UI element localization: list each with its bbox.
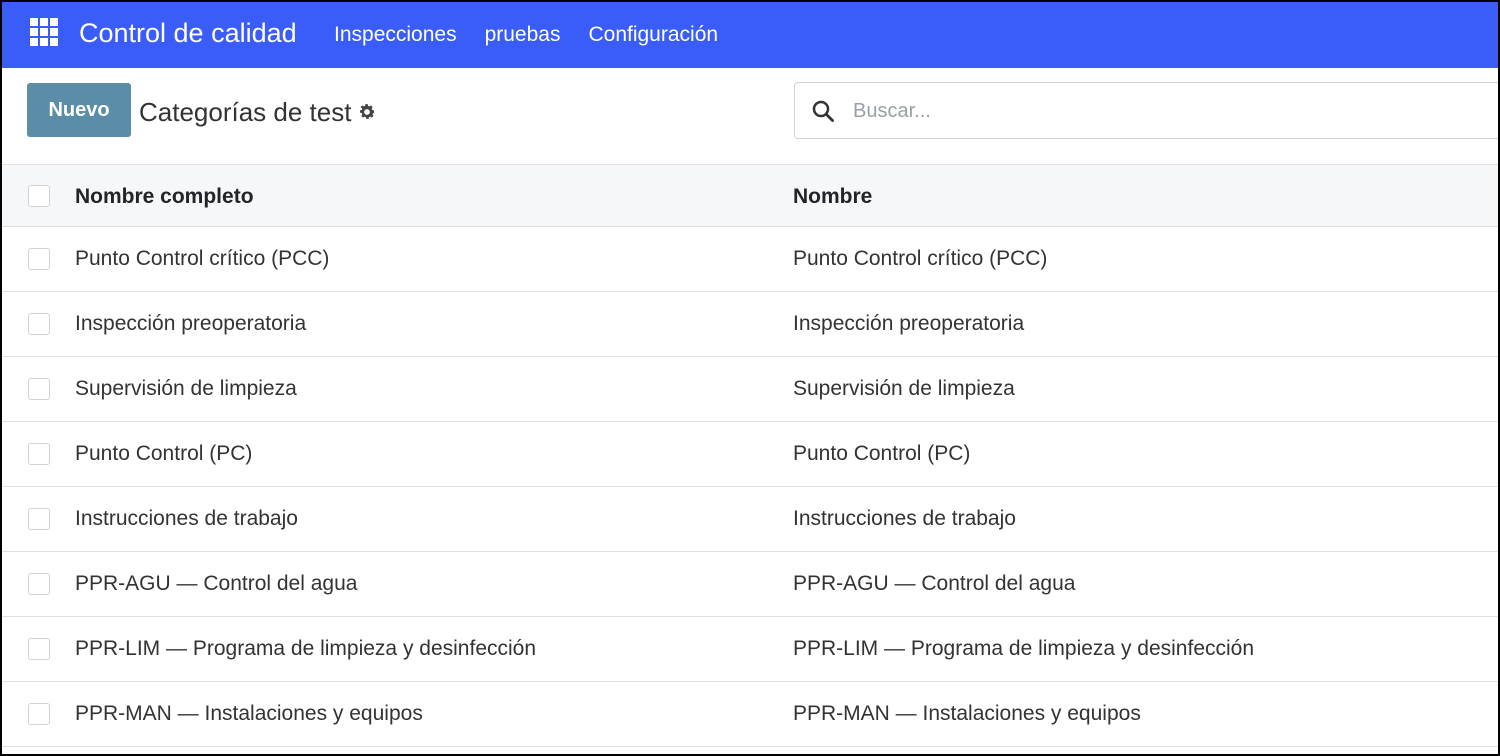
row-checkbox[interactable] [28,248,50,270]
row-checkbox[interactable] [28,508,50,530]
cell-nombre: Punto Control crítico (PCC) [793,247,1048,270]
cell-nombre: Instrucciones de trabajo [793,507,1016,530]
row-checkbox[interactable] [28,638,50,660]
cell-nombre: PPR-AGU — Control del agua [793,572,1076,595]
column-header-nombre[interactable]: Nombre [793,183,872,211]
new-button[interactable]: Nuevo [27,83,131,137]
control-panel: Nuevo Categorías de test [2,68,1498,165]
page-title-text: Categorías de test [139,97,352,127]
main-menu: Inspecciones pruebas Configuración [320,2,732,68]
cell-nombre-completo: PPR-MAN — Instalaciones y equipos [75,702,423,725]
cell-nombre: PPR-MAN — Instalaciones y equipos [793,702,1141,725]
app-window: Control de calidad Inspecciones pruebas … [0,0,1500,756]
page-title: Categorías de test [139,96,377,128]
cell-nombre: Punto Control (PC) [793,442,971,465]
cell-nombre-completo: Supervisión de limpieza [75,377,297,400]
table-row[interactable]: PPR-MAN — Instalaciones y equipos PPR-MA… [2,682,1498,747]
cell-nombre-completo: PPR-LIM — Programa de limpieza y desinfe… [75,637,537,660]
table-row[interactable]: Punto Control crítico (PCC) Punto Contro… [2,227,1498,292]
row-checkbox[interactable] [28,443,50,465]
column-header-nombre-completo[interactable]: Nombre completo [75,183,254,211]
table-row[interactable]: Supervisión de limpieza Supervisión de l… [2,357,1498,422]
apps-grid-icon[interactable] [30,18,60,48]
cell-nombre: Inspección preoperatoria [793,312,1025,335]
cell-nombre-completo: Instrucciones de trabajo [75,507,298,530]
row-checkbox[interactable] [28,313,50,335]
table-header: Nombre completo Nombre [2,165,1498,227]
table-row[interactable]: Instrucciones de trabajo Instrucciones d… [2,487,1498,552]
search-icon[interactable] [811,99,835,123]
cell-nombre-completo: PPR-AGU — Control del agua [75,572,358,595]
table-row[interactable]: Punto Control (PC) Punto Control (PC) [2,422,1498,487]
row-checkbox[interactable] [28,378,50,400]
menu-item-configuracion[interactable]: Configuración [574,20,732,50]
row-checkbox[interactable] [28,703,50,725]
row-checkbox[interactable] [28,573,50,595]
search-input[interactable] [853,91,1473,131]
cell-nombre-completo: Inspección preoperatoria [75,312,307,335]
top-navbar: Control de calidad Inspecciones pruebas … [2,2,1498,68]
table-row[interactable]: PPR-AGU — Control del agua PPR-AGU — Con… [2,552,1498,617]
cell-nombre-completo: Punto Control crítico (PCC) [75,247,330,270]
cell-nombre-completo: Punto Control (PC) [75,442,253,465]
list-view: Nombre completo Nombre Punto Control crí… [2,165,1498,747]
cell-nombre: PPR-LIM — Programa de limpieza y desinfe… [793,637,1255,660]
menu-item-pruebas[interactable]: pruebas [471,20,575,50]
menu-item-inspecciones[interactable]: Inspecciones [320,20,471,50]
search-box [794,82,1498,139]
select-all-checkbox[interactable] [28,185,50,207]
cell-nombre: Supervisión de limpieza [793,377,1015,400]
table-row[interactable]: PPR-LIM — Programa de limpieza y desinfe… [2,617,1498,682]
app-brand[interactable]: Control de calidad [79,16,297,50]
gear-icon[interactable] [357,102,377,122]
table-row[interactable]: Inspección preoperatoria Inspección preo… [2,292,1498,357]
